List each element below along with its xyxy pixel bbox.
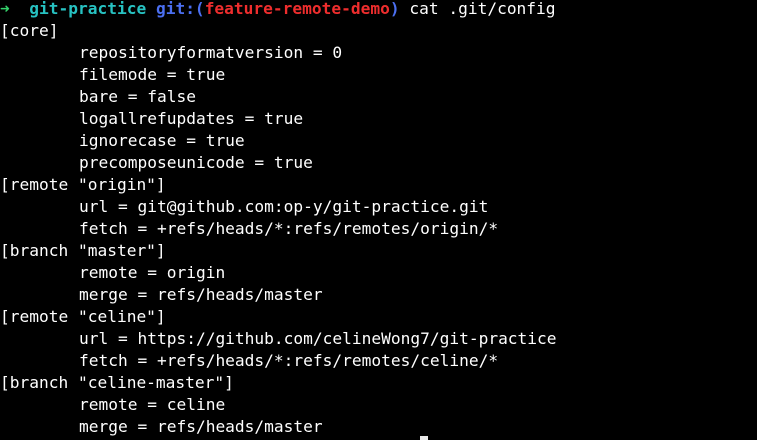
terminal-cursor [420, 436, 428, 440]
config-line: ignorecase = true [79, 131, 245, 150]
config-line: filemode = true [79, 65, 226, 84]
config-line: url = https://github.com/celineWong7/git… [79, 329, 557, 348]
section-header-core: [core] [0, 21, 59, 40]
section-header-remote-celine: [remote "celine"] [0, 307, 166, 326]
prompt-arrow-icon: ➜ [0, 0, 10, 18]
prompt-directory: git-practice [29, 0, 147, 18]
config-line: repositoryformatversion = 0 [79, 43, 343, 62]
prompt-branch: feature-remote-demo [204, 0, 390, 18]
prompt-git-close: ) [389, 0, 400, 18]
section-header-remote-origin: [remote "origin"] [0, 175, 166, 194]
prompt-line: ➜ git-practice git:(feature-remote-demo)… [0, 0, 757, 20]
section-header-branch-master: [branch "master"] [0, 241, 166, 260]
config-line: fetch = +refs/heads/*:refs/remotes/origi… [79, 219, 499, 238]
config-line: fetch = +refs/heads/*:refs/remotes/celin… [79, 351, 499, 370]
prompt-git-label: git:( [155, 0, 205, 18]
config-line: logallrefupdates = true [79, 109, 304, 128]
config-line: remote = origin [79, 263, 226, 282]
command-text: cat .git/config [409, 0, 556, 18]
config-line: bare = false [79, 87, 196, 106]
config-line: url = git@github.com:op-y/git-practice.g… [79, 197, 489, 216]
config-line: merge = refs/heads/master [79, 417, 323, 436]
config-line: remote = celine [79, 395, 226, 414]
terminal-window[interactable]: ➜ git-practice git:(feature-remote-demo)… [0, 0, 757, 440]
config-line: precomposeunicode = true [79, 153, 313, 172]
section-header-branch-celine-master: [branch "celine-master"] [0, 373, 234, 392]
config-line: merge = refs/heads/master [79, 285, 323, 304]
